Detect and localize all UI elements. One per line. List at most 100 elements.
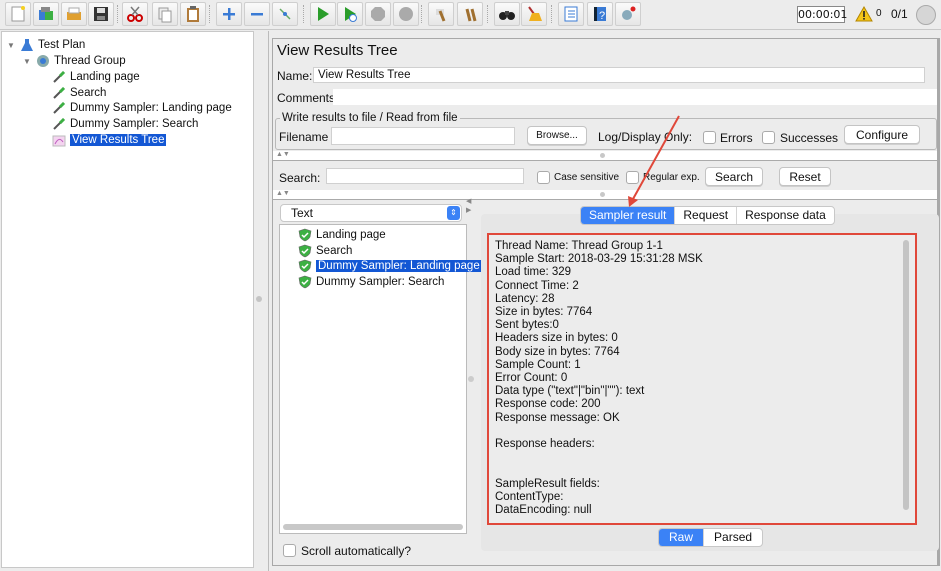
vertical-scrollbar[interactable] (903, 240, 909, 510)
result-item[interactable]: Search (298, 243, 352, 259)
listener-icon (52, 135, 66, 147)
save-button[interactable] (88, 2, 114, 26)
comments-field[interactable] (333, 89, 937, 105)
tree-item-landing-page[interactable]: Landing page (52, 69, 140, 85)
configure-button[interactable]: Configure (844, 125, 920, 144)
sampler-result-text: Thread Name: Thread Group 1-1 Sample Sta… (495, 240, 703, 517)
log-display-label: Log/Display Only: (598, 130, 693, 144)
svg-text:?: ? (599, 10, 605, 22)
name-field[interactable]: View Results Tree (313, 67, 925, 83)
expand-button[interactable] (216, 2, 242, 26)
start-button[interactable] (310, 2, 336, 26)
tree-item-test-plan[interactable]: Test Plan (20, 37, 85, 53)
regex-checkbox[interactable] (626, 171, 639, 184)
tree-item-view-results-tree[interactable]: View Results Tree (52, 132, 167, 148)
result-item-label: Dummy Sampler: Landing page (316, 260, 482, 272)
result-item[interactable]: Dummy Sampler: Search (298, 274, 444, 290)
view-results-tree-panel: View Results Tree Name: View Results Tre… (268, 31, 941, 571)
result-item-label: Dummy Sampler: Search (316, 275, 445, 288)
tree-item-label: Dummy Sampler: Landing page (70, 102, 232, 114)
horizontal-scrollbar[interactable] (283, 524, 463, 530)
filename-input[interactable] (331, 127, 515, 145)
function-helper-button[interactable] (558, 2, 584, 26)
splitter-top[interactable]: ▲▼ (273, 151, 937, 161)
shutdown-icon (399, 7, 413, 21)
splitter-handle[interactable] (255, 31, 267, 568)
search-button[interactable] (494, 2, 520, 26)
file-group-label: Write results to file / Read from file (282, 112, 458, 124)
result-item[interactable]: Landing page (298, 227, 386, 243)
collapse-button[interactable] (244, 2, 270, 26)
search-input[interactable] (326, 168, 524, 184)
reset-search-button[interactable] (521, 2, 547, 26)
sampler-icon (53, 86, 66, 99)
open-button[interactable] (61, 2, 87, 26)
toolbar-separator (117, 5, 118, 23)
pane-split-handle[interactable] (468, 376, 474, 382)
sampler-icon (53, 70, 66, 83)
cut-button[interactable] (122, 2, 148, 26)
clear-all-icon (465, 8, 477, 22)
renderer-select[interactable]: Text ⇕ (280, 204, 462, 222)
tab-response-data[interactable]: Response data (736, 207, 834, 224)
errors-checkbox[interactable] (703, 131, 716, 144)
open-icon (67, 7, 81, 20)
toolbar-separator (303, 5, 304, 23)
toolbar-separator (551, 5, 552, 23)
warning-icon[interactable] (855, 6, 873, 22)
tree-item-label: Test Plan (38, 39, 86, 51)
success-shield-icon (298, 244, 312, 257)
function-helper-icon (564, 6, 578, 22)
tree-item-search[interactable]: Search (52, 85, 106, 101)
toolbar-separator (487, 5, 488, 23)
result-item[interactable]: Dummy Sampler: Landing page (298, 258, 482, 274)
stop-icon (371, 7, 385, 21)
clear-button[interactable] (428, 2, 454, 26)
browse-button[interactable]: Browse... (527, 126, 587, 145)
tab-request[interactable]: Request (674, 207, 736, 224)
reset-button[interactable]: Reset (779, 167, 831, 186)
new-button[interactable] (5, 2, 31, 26)
paste-button[interactable] (180, 2, 206, 26)
sampler-icon (53, 117, 66, 130)
filename-label: Filename (279, 130, 329, 144)
toggle-button[interactable] (272, 2, 298, 26)
templates-button[interactable] (33, 2, 59, 26)
successes-checkbox[interactable] (762, 131, 775, 144)
search-button[interactable]: Search (705, 167, 763, 186)
tree-item-thread-group[interactable]: Thread Group (36, 53, 126, 69)
start-no-timers-button[interactable] (337, 2, 363, 26)
tree-item-dummy-sampler-search[interactable]: Dummy Sampler: Search (52, 116, 198, 132)
cut-icon (127, 6, 143, 22)
start-icon (318, 7, 329, 21)
start-no-timers-icon (345, 7, 357, 22)
copy-button[interactable] (152, 2, 178, 26)
view-mode-parsed[interactable]: Parsed (703, 529, 762, 546)
sample-results-list: Landing page Search Dummy Sampler: Landing… (279, 224, 482, 534)
help-icon: ? (594, 7, 606, 22)
toolbar-separator (209, 5, 210, 23)
tab-sampler-result[interactable]: Sampler result (581, 207, 675, 224)
regex-label: Regular exp. (643, 172, 700, 183)
collapse-icon (251, 13, 263, 16)
test-plan-tree: ▼ Test Plan ▼ Thread Group Landing page Searc… (1, 31, 254, 568)
tree-item-dummy-sampler-landing-page[interactable]: Dummy Sampler: Landing page (52, 100, 232, 116)
remote-button[interactable] (615, 2, 641, 26)
search-icon (499, 11, 515, 20)
reset-search-icon (528, 6, 542, 21)
help-button[interactable]: ? (587, 2, 613, 26)
stop-button[interactable] (365, 2, 391, 26)
clear-all-button[interactable] (457, 2, 483, 26)
tree-expand-toggle[interactable]: ▼ (23, 57, 31, 66)
tree-expand-toggle[interactable]: ▼ (7, 41, 15, 50)
view-mode-raw[interactable]: Raw (659, 529, 704, 546)
collapse-arrows-icon[interactable]: ◀ ▶ (466, 197, 471, 215)
success-shield-icon (298, 228, 312, 242)
scroll-automatically-checkbox[interactable] (283, 544, 296, 557)
view-mode-tabs: Raw Parsed (658, 528, 764, 547)
splitter-middle[interactable]: ▲▼ (273, 190, 937, 200)
remote-status-icon[interactable] (916, 5, 936, 25)
shutdown-button[interactable] (393, 2, 419, 26)
case-sensitive-checkbox[interactable] (537, 171, 550, 184)
copy-icon (158, 7, 172, 23)
